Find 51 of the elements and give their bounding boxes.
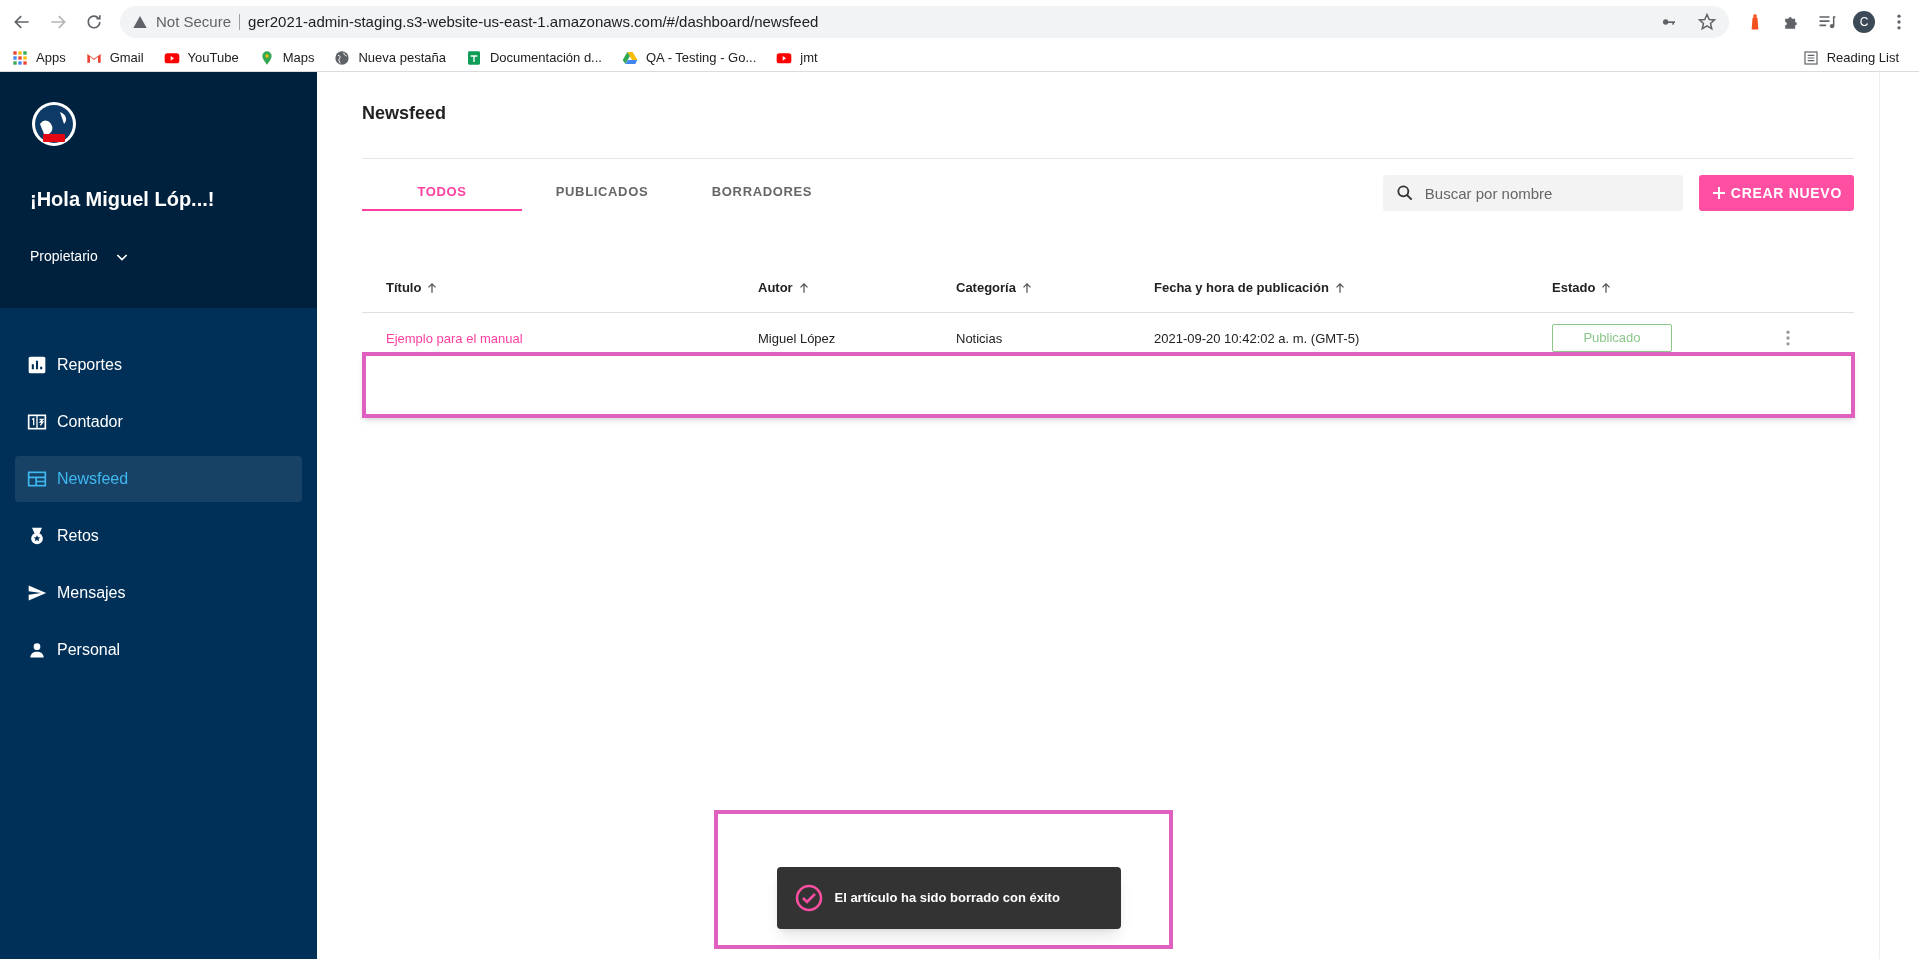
toast-message: El artículo ha sido borrado con éxito xyxy=(834,889,1060,908)
bookmark-link[interactable]: Maps xyxy=(258,47,315,68)
nav-item[interactable]: Retos xyxy=(15,513,302,559)
column-header[interactable]: Fecha y hora de publicación xyxy=(1154,277,1329,298)
column-header[interactable]: Título xyxy=(386,277,422,298)
bookmark-link[interactable]: YouTube xyxy=(163,47,239,68)
bookmark-link[interactable]: Apps xyxy=(12,47,66,68)
bookmark-link[interactable]: Documentación d... xyxy=(465,47,602,68)
bookmark-link[interactable]: jmt xyxy=(776,47,818,68)
spreadsheet-icon xyxy=(465,49,482,66)
search-field[interactable]: Buscar por nombre xyxy=(1382,175,1683,211)
table-cell: 2021-09-20 10:42:02 a. m. (GMT-5) xyxy=(1154,331,1360,346)
nav-item[interactable]: Mensajes xyxy=(15,570,302,616)
filter-tab[interactable]: BORRADORES xyxy=(682,175,842,211)
greeting-text: ¡Hola Miguel Lóp...! xyxy=(30,187,216,212)
column-header[interactable]: Autor xyxy=(758,277,793,298)
list-icon xyxy=(1802,49,1819,66)
chart-icon xyxy=(27,355,47,375)
counter-icon xyxy=(27,412,47,432)
address-bar[interactable]: Not Secure ger2021-admin-staging.s3-website-us-east-1.amazonaws.com/#/dashboard/newsfeed xyxy=(120,6,1729,38)
triangle-icon xyxy=(621,49,638,66)
nav-item[interactable]: Reportes xyxy=(15,342,302,388)
reading-list-link[interactable]: Reading List xyxy=(1802,47,1899,68)
status-badge: Publicado xyxy=(1552,324,1672,352)
role-label: Propietario xyxy=(30,247,98,266)
search-icon xyxy=(1394,183,1415,203)
column-header[interactable]: Categoría xyxy=(956,277,1016,298)
url-text: ger2021-admin-staging.s3-website-us-east-1.amazonaws.com/#/dashboard/newsfeed xyxy=(248,11,820,32)
plus-icon xyxy=(1710,185,1727,201)
column-header[interactable]: Estado xyxy=(1552,277,1596,298)
person-icon xyxy=(27,640,47,660)
apps-grid-icon xyxy=(12,49,28,66)
table-cell: Noticias xyxy=(956,331,1003,346)
nav-item[interactable]: Personal xyxy=(15,627,302,673)
filter-tab[interactable]: PUBLICADOS xyxy=(522,175,682,211)
reload-icon[interactable] xyxy=(84,12,104,32)
newspaper-icon xyxy=(27,469,47,489)
bookmark-link[interactable]: Gmail xyxy=(85,47,144,68)
page-title: Newsfeed xyxy=(362,102,448,125)
check-circle-icon xyxy=(794,884,823,912)
security-label: Not Secure xyxy=(156,11,232,32)
profile-avatar[interactable]: C xyxy=(1853,11,1875,33)
nav-item[interactable]: Contador xyxy=(15,399,302,445)
warning-icon xyxy=(132,14,148,30)
nav-item[interactable]: Newsfeed xyxy=(15,456,302,502)
bookmark-link[interactable]: Nueva pestaña xyxy=(334,47,446,68)
send-icon xyxy=(27,583,47,603)
table-cell: Miguel López xyxy=(758,331,836,346)
bookmark-link[interactable]: QA - Testing - Go... xyxy=(621,47,757,68)
star-icon[interactable] xyxy=(1697,12,1717,32)
globe-icon xyxy=(334,49,351,66)
